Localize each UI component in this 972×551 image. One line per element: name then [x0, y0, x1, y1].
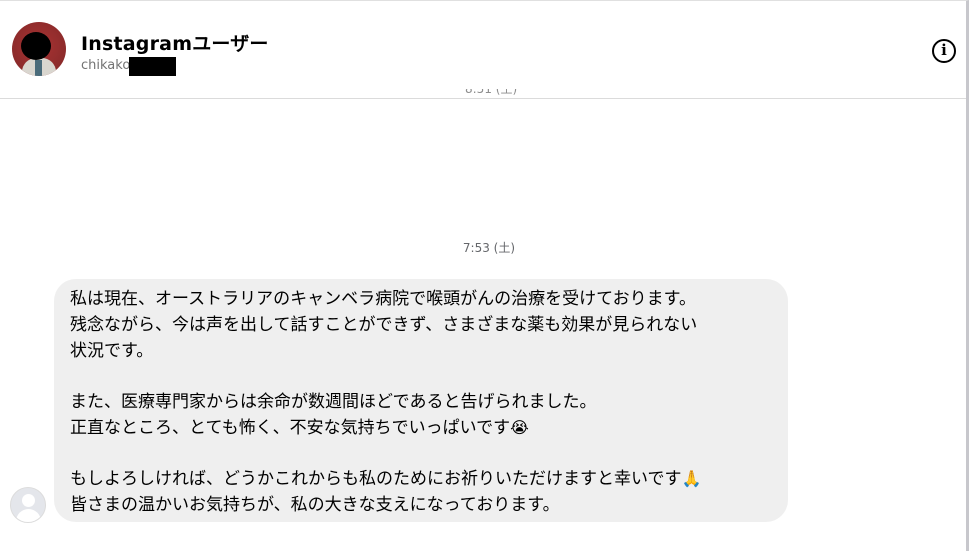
message-line: また、医療専門家からは余命が数週間ほどであると告げられました。	[70, 392, 597, 412]
profile-avatar[interactable]	[12, 22, 66, 76]
message-line-text: もしよろしければ、どうかこれからも私のためにお祈りいただけますと幸いです	[70, 469, 682, 489]
message-line: 正直なところ、とても怖く、不安な気持ちでいっぱいです😭	[70, 415, 774, 441]
chat-header: Instagramユーザー chikako i	[0, 1, 966, 99]
crying-face-icon: 😭	[510, 418, 529, 437]
message-timestamp-text: 7:53 (土)	[462, 241, 516, 255]
praying-hands-icon: 🙏	[681, 469, 702, 488]
contact-name[interactable]: Instagramユーザー	[81, 29, 269, 56]
message-line: 残念ながら、今は声を出して話すことができず、さまざまな薬も効果が見られない	[70, 315, 698, 335]
sender-avatar-icon[interactable]	[10, 487, 46, 523]
avatar-collar-shape	[35, 60, 42, 76]
previous-timestamp: 8:51 (土)	[465, 89, 518, 96]
message-line: 状況です。	[70, 341, 154, 361]
avatar-torso-shape	[16, 509, 41, 522]
chat-window: Instagramユーザー chikako i 8:51 (土) 7:53 (土…	[0, 0, 969, 551]
message-line: もしよろしければ、どうかこれからも私のためにお祈りいただけますと幸いです🙏	[70, 466, 774, 492]
username-redaction	[129, 57, 176, 76]
message-bubble[interactable]: 私は現在、オーストラリアのキャンベラ病院で喉頭がんの治療を受けております。 残念…	[54, 279, 788, 522]
message-paragraph: また、医療専門家からは余命が数週間ほどであると告げられました。 正直なところ、と…	[70, 389, 774, 441]
message-paragraph: 私は現在、オーストラリアのキャンベラ病院で喉頭がんの治療を受けております。 残念…	[70, 286, 774, 364]
face-redaction	[21, 32, 51, 60]
message-timestamp: 7:53 (土)	[0, 239, 966, 256]
message-line: 私は現在、オーストラリアのキャンベラ病院で喉頭がんの治療を受けております。	[70, 289, 696, 309]
message-line-text: 正直なところ、とても怖く、不安な気持ちでいっぱいです	[70, 418, 511, 438]
info-icon[interactable]: i	[932, 39, 956, 63]
avatar-head-shape	[22, 494, 35, 507]
contact-username: chikako	[81, 58, 131, 73]
message-line: 皆さまの温かいお気持ちが、私の大きな支えになっております。	[70, 495, 560, 515]
message-paragraph: もしよろしければ、どうかこれからも私のためにお祈りいただけますと幸いです🙏 皆さ…	[70, 466, 774, 518]
